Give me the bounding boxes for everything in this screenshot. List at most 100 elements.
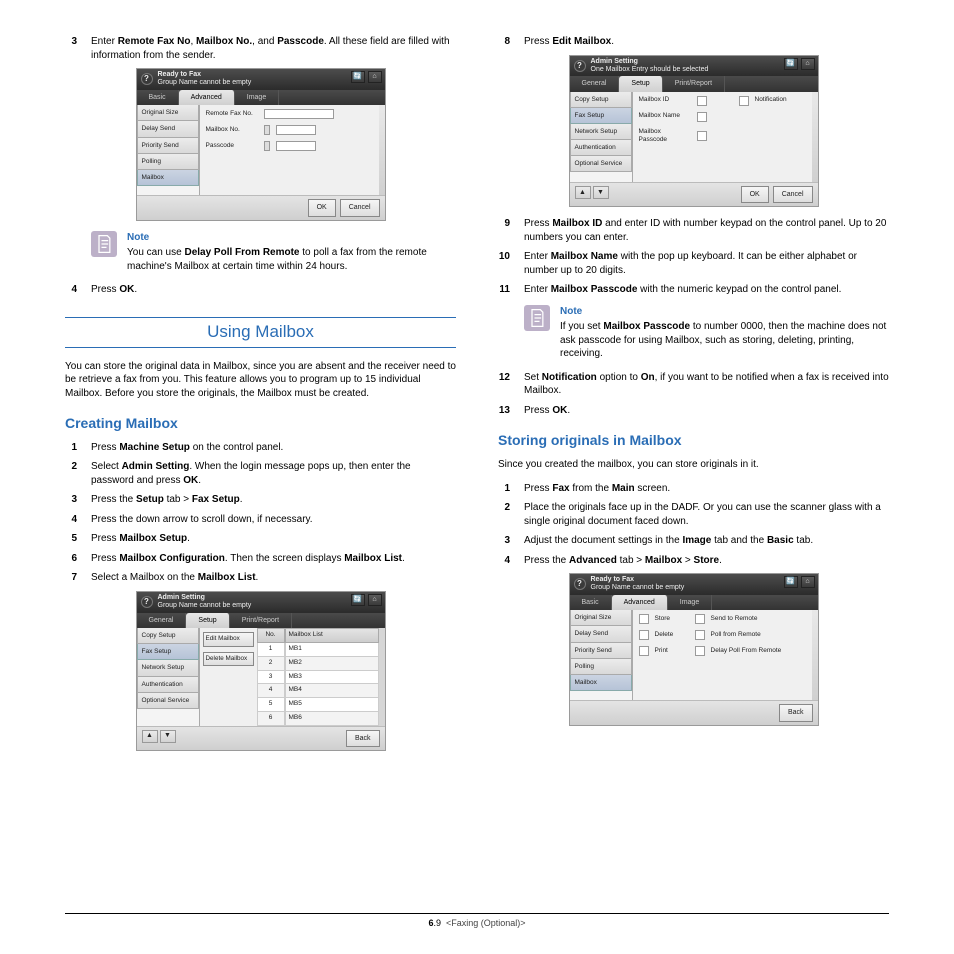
icon-checkbox[interactable] bbox=[695, 646, 705, 656]
step-number: 2 bbox=[498, 501, 510, 528]
toolbar-icon[interactable]: 🔄 bbox=[351, 71, 365, 83]
sidebar-item[interactable]: Original Size bbox=[137, 105, 199, 121]
toolbar-icon[interactable]: ⌂ bbox=[801, 58, 815, 70]
label: Mailbox No. bbox=[206, 126, 258, 135]
nav-down-icon[interactable]: ▼ bbox=[160, 730, 176, 743]
step-number: 4 bbox=[65, 513, 77, 527]
sidebar-item[interactable]: Priority Send bbox=[570, 643, 632, 659]
icon-checkbox[interactable] bbox=[695, 630, 705, 640]
mailbox-no-input[interactable] bbox=[276, 125, 316, 135]
step-number: 4 bbox=[65, 283, 77, 297]
toolbar-icon[interactable]: 🔄 bbox=[351, 594, 365, 606]
page-footer: 6.9 <Faxing (Optional)> bbox=[65, 913, 889, 929]
step-number: 11 bbox=[498, 283, 510, 297]
toolbar-icon[interactable]: 🔄 bbox=[784, 576, 798, 588]
ok-button[interactable]: OK bbox=[741, 186, 769, 203]
tab-basic[interactable]: Basic bbox=[570, 595, 612, 610]
tab-general[interactable]: General bbox=[570, 76, 620, 91]
ok-button[interactable]: OK bbox=[308, 199, 336, 216]
tab-general[interactable]: General bbox=[137, 613, 187, 628]
icon-checkbox[interactable] bbox=[639, 614, 649, 624]
row-name[interactable]: MB3 bbox=[285, 671, 379, 685]
window-title: Admin Setting bbox=[591, 58, 709, 66]
row-no: 1 bbox=[257, 643, 285, 657]
intro-text: You can store the original data in Mailb… bbox=[65, 360, 456, 401]
sidebar-item[interactable]: Authentication bbox=[137, 677, 199, 693]
sidebar-item[interactable]: Optional Service bbox=[570, 156, 632, 172]
window-subtitle: Group Name cannot be empty bbox=[158, 79, 252, 87]
tab-setup[interactable]: Setup bbox=[186, 613, 229, 628]
delay-poll-button: Delay Poll From Remote bbox=[711, 647, 782, 656]
mailbox-passcode-input[interactable] bbox=[697, 131, 707, 141]
back-button[interactable]: Back bbox=[346, 730, 380, 747]
sidebar-item[interactable]: Optional Service bbox=[137, 693, 199, 709]
sidebar-item[interactable]: Original Size bbox=[570, 610, 632, 626]
row-name[interactable]: MB4 bbox=[285, 684, 379, 698]
row-name[interactable]: MB1 bbox=[285, 643, 379, 657]
spinner[interactable] bbox=[264, 125, 270, 135]
icon-checkbox[interactable] bbox=[639, 630, 649, 640]
passcode-input[interactable] bbox=[276, 141, 316, 151]
sidebar-item[interactable]: Delay Send bbox=[137, 121, 199, 137]
print-button: Print bbox=[655, 647, 689, 656]
sidebar-item[interactable]: Network Setup bbox=[137, 660, 199, 676]
notification-checkbox[interactable] bbox=[739, 96, 749, 106]
step-number: 1 bbox=[498, 482, 510, 496]
screenshot-edit-mailbox-dialog: ? Admin Setting One Mailbox Entry should… bbox=[569, 55, 819, 208]
sidebar-item[interactable]: Delay Send bbox=[570, 626, 632, 642]
tab-print-report[interactable]: Print/Report bbox=[663, 76, 725, 91]
send-to-remote-button: Send to Remote bbox=[711, 615, 758, 624]
note-label: Note bbox=[127, 231, 456, 245]
row-name[interactable]: MB5 bbox=[285, 698, 379, 712]
sidebar-item[interactable]: Polling bbox=[570, 659, 632, 675]
sidebar-item-mailbox[interactable]: Mailbox bbox=[570, 675, 632, 691]
delete-mailbox-button[interactable]: Delete Mailbox bbox=[203, 652, 254, 667]
sidebar-item[interactable]: Polling bbox=[137, 154, 199, 170]
remote-fax-no-input[interactable] bbox=[264, 109, 334, 119]
tab-row: Basic Advanced Image bbox=[137, 90, 385, 105]
nav-up-icon[interactable]: ▲ bbox=[142, 730, 158, 743]
edit-mailbox-button[interactable]: Edit Mailbox bbox=[203, 632, 254, 647]
back-button[interactable]: Back bbox=[779, 704, 813, 721]
tab-image[interactable]: Image bbox=[668, 595, 712, 610]
step-number: 8 bbox=[498, 35, 510, 49]
tab-setup[interactable]: Setup bbox=[619, 76, 662, 91]
window-title: Ready to Fax bbox=[158, 71, 252, 79]
tab-basic[interactable]: Basic bbox=[137, 90, 179, 105]
mailbox-id-input[interactable] bbox=[697, 96, 707, 106]
icon-checkbox[interactable] bbox=[695, 614, 705, 624]
row-name[interactable]: MB6 bbox=[285, 712, 379, 726]
note-text: Note If you set Mailbox Passcode to numb… bbox=[560, 305, 889, 361]
window-subtitle: Group Name cannot be empty bbox=[158, 602, 252, 610]
toolbar-icon[interactable]: 🔄 bbox=[784, 58, 798, 70]
intro-text: Since you created the mailbox, you can s… bbox=[498, 458, 889, 472]
nav-up-icon[interactable]: ▲ bbox=[575, 186, 591, 199]
step-number: 13 bbox=[498, 404, 510, 418]
sidebar-item[interactable]: Copy Setup bbox=[570, 92, 632, 108]
cancel-button[interactable]: Cancel bbox=[773, 186, 813, 203]
spinner[interactable] bbox=[264, 141, 270, 151]
sidebar-item[interactable]: Authentication bbox=[570, 140, 632, 156]
tab-image[interactable]: Image bbox=[235, 90, 279, 105]
toolbar-icon[interactable]: ⌂ bbox=[801, 576, 815, 588]
toolbar-icon[interactable]: ⌂ bbox=[368, 71, 382, 83]
tab-advanced[interactable]: Advanced bbox=[179, 90, 235, 105]
sidebar-item[interactable]: Network Setup bbox=[570, 124, 632, 140]
tab-advanced[interactable]: Advanced bbox=[612, 595, 668, 610]
tab-print-report[interactable]: Print/Report bbox=[230, 613, 292, 628]
label: Mailbox Name bbox=[639, 112, 691, 121]
row-name[interactable]: MB2 bbox=[285, 657, 379, 671]
help-icon: ? bbox=[574, 578, 586, 590]
cancel-button[interactable]: Cancel bbox=[340, 199, 380, 216]
sidebar-item-mailbox[interactable]: Mailbox bbox=[137, 170, 199, 186]
sidebar-item[interactable]: Priority Send bbox=[137, 138, 199, 154]
note-icon bbox=[524, 305, 550, 331]
nav-down-icon[interactable]: ▼ bbox=[593, 186, 609, 199]
store-button: Store bbox=[655, 615, 689, 624]
sidebar-item[interactable]: Fax Setup bbox=[570, 108, 632, 124]
icon-checkbox[interactable] bbox=[639, 646, 649, 656]
sidebar-item[interactable]: Copy Setup bbox=[137, 628, 199, 644]
mailbox-name-input[interactable] bbox=[697, 112, 707, 122]
sidebar-item[interactable]: Fax Setup bbox=[137, 644, 199, 660]
toolbar-icon[interactable]: ⌂ bbox=[368, 594, 382, 606]
